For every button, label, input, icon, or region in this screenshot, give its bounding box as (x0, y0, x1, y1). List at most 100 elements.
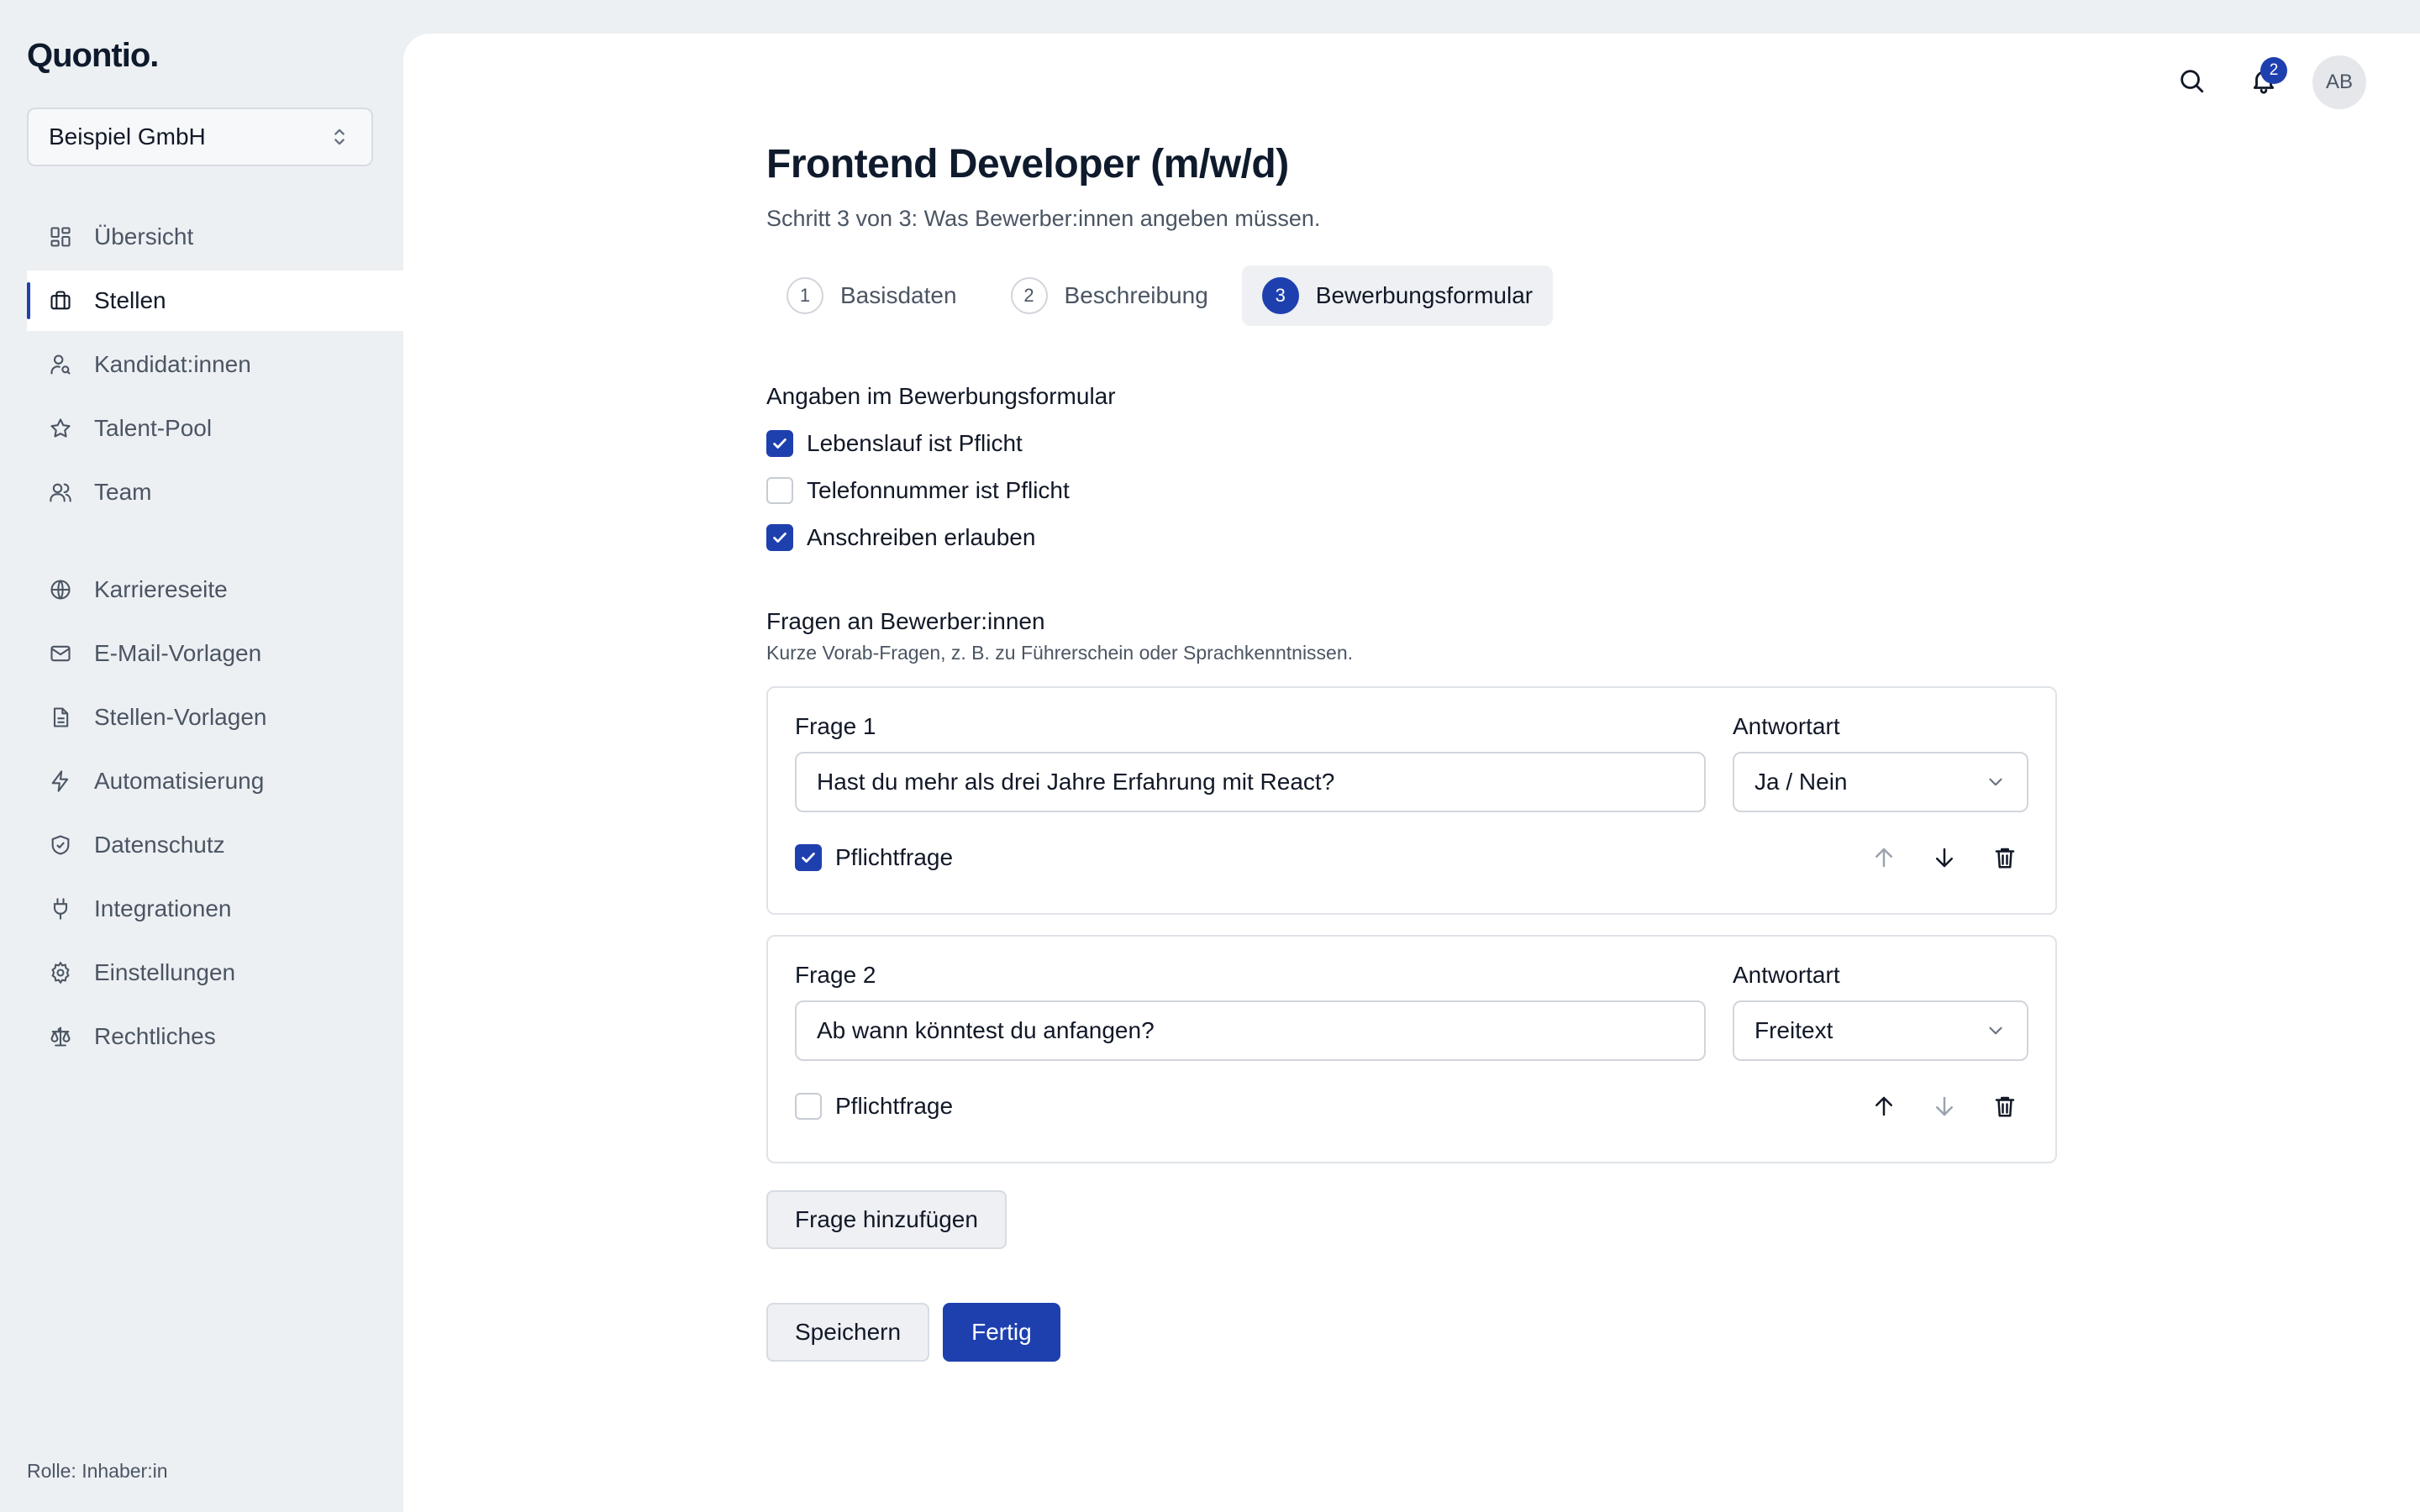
move-up-button[interactable] (1860, 836, 1907, 883)
notifications-button[interactable]: 2 (2240, 57, 2287, 106)
question-card: Frage 2 Antwortart Freitext Pflichtfrage (766, 935, 2057, 1163)
step-basisdaten[interactable]: 1 Basisdaten (766, 265, 977, 326)
page-title: Frontend Developer (m/w/d) (766, 142, 1289, 186)
checkbox-lebenslauf[interactable] (766, 430, 793, 457)
delete-question-button[interactable] (1981, 1084, 2028, 1131)
sidebar-item-talent-pool[interactable]: Talent-Pool (27, 398, 403, 459)
sidebar-item-stellen[interactable]: Stellen (27, 270, 403, 331)
sidebar-item-label: Integrationen (94, 895, 232, 921)
check-icon (802, 853, 815, 863)
step-bewerbungsformular[interactable]: 3 Bewerbungsformular (1241, 265, 1554, 326)
sidebar-item-label: Kandidat:innen (94, 351, 251, 377)
option-telefonnummer[interactable]: Telefonnummer ist Pflicht (766, 467, 2060, 514)
checkbox-anschreiben[interactable] (766, 524, 793, 551)
question-label: Frage 1 (795, 713, 876, 739)
required-toggle[interactable]: Pflichtfrage (795, 1093, 953, 1120)
sidebar-item-label: Team (94, 479, 152, 505)
question-actions (1860, 1084, 2028, 1131)
check-icon (773, 438, 786, 449)
answer-type-label: Antwortart (1733, 962, 1840, 988)
sidebar-item-label: Stellen-Vorlagen (94, 704, 267, 730)
arrow-down-icon (1932, 1094, 1957, 1123)
user-role: Rolle: Inhaber:in (27, 1460, 168, 1482)
avatar[interactable]: AB (2312, 55, 2366, 109)
sidebar-item-stellen-vorlagen[interactable]: Stellen-Vorlagen (27, 687, 403, 748)
sidebar-item-label: Automatisierung (94, 768, 265, 794)
sidebar-item-team[interactable]: Team (27, 462, 403, 522)
sidebar-item-label: E-Mail-Vorlagen (94, 640, 262, 666)
sidebar-item-label: Übersicht (94, 223, 194, 249)
app-logo: Quontio. (27, 37, 159, 74)
step-label: Basisdaten (840, 282, 957, 308)
checkbox-required[interactable] (795, 844, 822, 871)
sidebar: Quontio. Beispiel GmbH Übersicht Stellen… (0, 0, 403, 1512)
gear-icon (47, 959, 74, 986)
sidebar-item-karriereseite[interactable]: Karriereseite (27, 559, 403, 620)
chevron-down-icon (1985, 1020, 2007, 1042)
sidebar-item-label: Stellen (94, 287, 166, 313)
scale-icon (47, 1023, 74, 1050)
step-number: 1 (786, 277, 823, 314)
step-beschreibung[interactable]: 2 Beschreibung (991, 265, 1228, 326)
required-toggle[interactable]: Pflichtfrage (795, 844, 953, 871)
arrow-up-icon (1871, 1094, 1897, 1123)
star-icon (47, 415, 74, 442)
sidebar-item-label: Rechtliches (94, 1023, 216, 1049)
organization-switcher[interactable]: Beispiel GmbH (27, 108, 373, 166)
move-up-button[interactable] (1860, 1084, 1907, 1131)
search-button[interactable] (2168, 59, 2215, 106)
required-label: Pflichtfrage (835, 844, 954, 870)
move-down-button[interactable] (1921, 836, 1968, 883)
sidebar-item-integrationen[interactable]: Integrationen (27, 879, 403, 939)
answer-type-select[interactable]: Freitext (1733, 1000, 2028, 1061)
save-button[interactable]: Speichern (766, 1303, 930, 1362)
briefcase-icon (47, 287, 74, 314)
dashboard-icon (47, 223, 74, 250)
answer-type-select[interactable]: Ja / Nein (1733, 752, 2028, 812)
sidebar-item-datenschutz[interactable]: Datenschutz (27, 815, 403, 875)
question-input[interactable] (795, 1000, 1706, 1061)
answer-type-value: Freitext (1754, 1017, 1833, 1043)
trash-icon (1992, 845, 2018, 874)
move-down-button[interactable] (1921, 1084, 1968, 1131)
arrow-up-icon (1871, 845, 1897, 874)
users-icon (47, 479, 74, 506)
delete-question-button[interactable] (1981, 836, 2028, 883)
sidebar-item-rechtliches[interactable]: Rechtliches (27, 1006, 403, 1067)
option-label: Telefonnummer ist Pflicht (807, 477, 1070, 503)
answer-type-value: Ja / Nein (1754, 769, 1848, 795)
step-label: Beschreibung (1064, 282, 1208, 308)
sidebar-item-uebersicht[interactable]: Übersicht (27, 207, 403, 267)
sidebar-item-automatisierung[interactable]: Automatisierung (27, 751, 403, 811)
check-icon (773, 533, 786, 543)
lightning-icon (47, 768, 74, 795)
trash-icon (1992, 1094, 2018, 1123)
finish-button[interactable]: Fertig (943, 1303, 1060, 1362)
option-anschreiben[interactable]: Anschreiben erlauben (766, 514, 2060, 561)
notification-count-badge: 2 (2260, 57, 2287, 84)
sidebar-item-einstellungen[interactable]: Einstellungen (27, 942, 403, 1003)
checkbox-required[interactable] (795, 1093, 822, 1120)
step-number: 2 (1010, 277, 1048, 314)
arrow-down-icon (1932, 845, 1957, 874)
required-label: Pflichtfrage (835, 1093, 954, 1119)
sidebar-nav: Übersicht Stellen Kandidat:innen Talent-… (27, 207, 403, 1070)
option-lebenslauf[interactable]: Lebenslauf ist Pflicht (766, 420, 2060, 467)
sidebar-item-email-vorlagen[interactable]: E-Mail-Vorlagen (27, 623, 403, 684)
option-label: Anschreiben erlauben (807, 524, 1036, 550)
main-panel: 2 AB Frontend Developer (m/w/d) Schritt … (403, 34, 2420, 1512)
sidebar-item-label: Talent-Pool (94, 415, 213, 441)
question-actions (1860, 836, 2028, 883)
question-input[interactable] (795, 752, 1706, 812)
step-number: 3 (1261, 277, 1299, 314)
sidebar-item-kandidatinnen[interactable]: Kandidat:innen (27, 334, 403, 395)
mail-icon (47, 640, 74, 667)
sidebar-item-label: Datenschutz (94, 832, 225, 858)
user-search-icon (47, 351, 74, 378)
step-label: Bewerbungsformular (1315, 282, 1534, 308)
question-label: Frage 2 (795, 962, 876, 988)
sidebar-item-label: Einstellungen (94, 959, 236, 985)
add-question-button[interactable]: Frage hinzufügen (766, 1190, 1007, 1249)
checkbox-telefonnummer[interactable] (766, 477, 793, 504)
